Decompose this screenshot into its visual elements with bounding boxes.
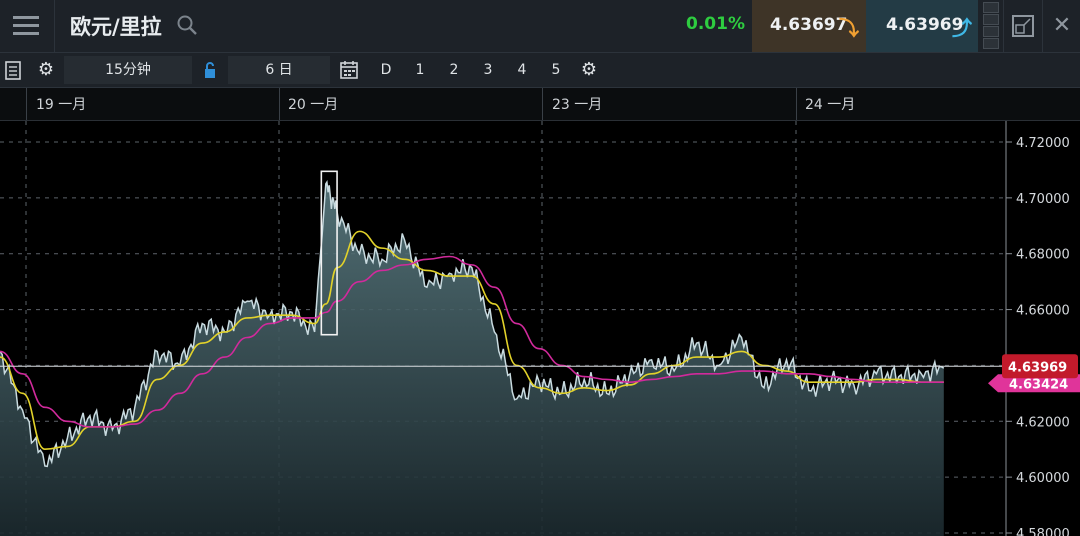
calendar-icon[interactable] (334, 56, 364, 84)
button-d[interactable]: D (372, 56, 400, 84)
button-4[interactable]: 4 (508, 56, 536, 84)
gear-icon[interactable]: ⚙ (30, 56, 62, 84)
instrument-title: 欧元/里拉 (70, 15, 162, 39)
hamburger-icon-line (13, 24, 39, 27)
date-tick (542, 88, 543, 120)
y-tick-label: 4.60000 (1016, 471, 1070, 486)
list-icon[interactable] (2, 56, 24, 84)
sell-price-button[interactable]: 4.63697 ⤵ (752, 0, 866, 52)
date-tick (26, 88, 27, 120)
range-select[interactable]: 6 日 (228, 56, 330, 84)
detach-icon (1012, 15, 1034, 37)
button-3[interactable]: 3 (474, 56, 502, 84)
button-2[interactable]: 2 (440, 56, 468, 84)
sell-price: 4.63697 (770, 15, 848, 35)
date-tick (279, 88, 280, 120)
detach-window-button[interactable] (1003, 0, 1042, 52)
date-label: 24 一月 (805, 97, 856, 113)
date-tick (796, 88, 797, 120)
top-bar: 欧元/里拉 0.01% 4.63697 ⤵ 4.63969 ⤴ ✕ (0, 0, 1080, 53)
date-axis: 19 一月 20 一月 23 一月 24 一月 (0, 88, 1080, 121)
ma-value-label: 4.63424 (1009, 377, 1068, 392)
chart-settings-gear-icon[interactable]: ⚙ (574, 56, 604, 84)
date-label: 23 一月 (552, 97, 603, 113)
hamburger-icon (13, 16, 39, 19)
y-tick-label: 4.70000 (1016, 192, 1070, 207)
menu-button[interactable] (0, 0, 55, 52)
date-label: 20 一月 (288, 97, 339, 113)
y-tick-label: 4.72000 (1016, 136, 1070, 151)
interval-select[interactable]: 15分钟 (64, 56, 192, 84)
price-chart[interactable]: 4.720004.700004.680004.660004.640004.620… (0, 121, 1080, 536)
y-tick-label: 4.68000 (1016, 248, 1070, 263)
close-button[interactable]: ✕ (1042, 0, 1080, 52)
y-tick-label: 4.66000 (1016, 304, 1070, 319)
y-axis: 4.720004.700004.680004.660004.640004.620… (1006, 136, 1070, 536)
layout-stack-icon[interactable] (980, 0, 1000, 52)
price-change: 0.01% (686, 14, 745, 34)
current-price-label: 4.63969 (1008, 360, 1067, 375)
price-area (0, 182, 944, 536)
search-icon[interactable] (176, 14, 198, 36)
date-label: 19 一月 (36, 97, 87, 113)
button-1[interactable]: 1 (406, 56, 434, 84)
button-5[interactable]: 5 (542, 56, 570, 84)
chart-toolbar: ⚙ 15分钟 6 日 D 1 2 3 4 5 ⚙ (0, 53, 1080, 88)
buy-price-button[interactable]: 4.63969 ⤴ (866, 0, 978, 52)
lock-icon[interactable] (196, 56, 224, 84)
arrow-up-icon: ⤴ (952, 16, 972, 40)
y-tick-label: 4.58000 (1016, 527, 1070, 536)
hamburger-icon-line (13, 32, 39, 35)
close-icon: ✕ (1052, 13, 1072, 38)
arrow-down-icon: ⤵ (839, 16, 859, 40)
y-tick-label: 4.62000 (1016, 415, 1070, 430)
